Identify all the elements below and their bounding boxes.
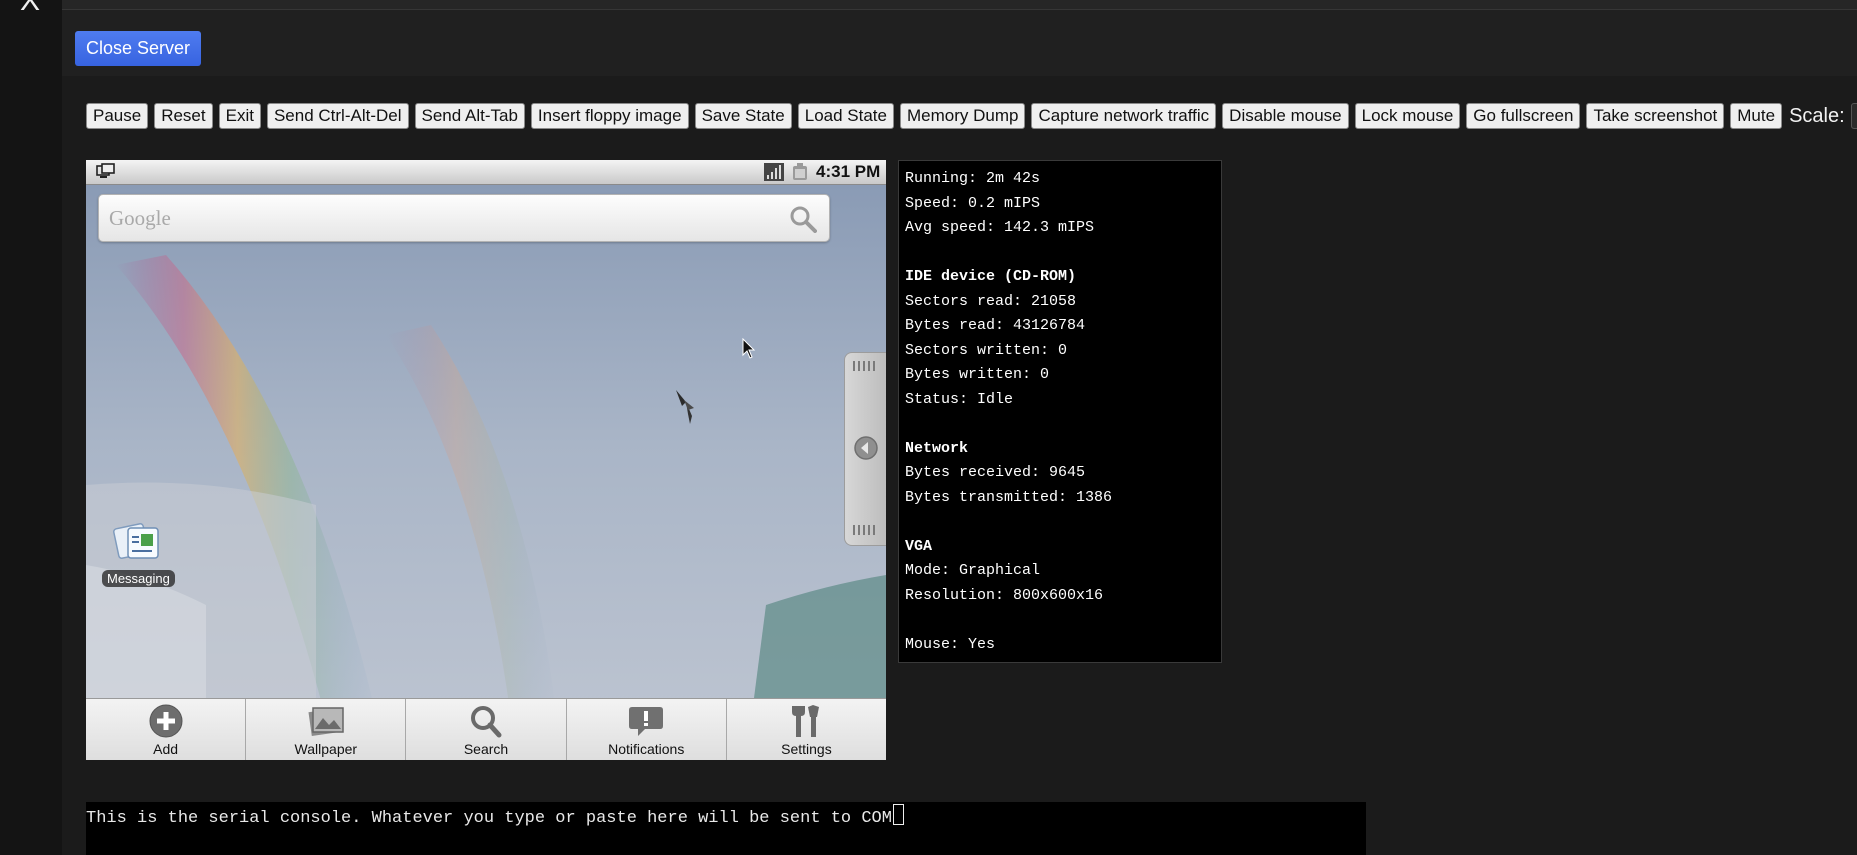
- bird-image: [676, 390, 694, 424]
- header-band: [62, 10, 1857, 76]
- home-dock: Add Wallpaper Search Notifications Setti…: [86, 698, 886, 760]
- dock-label-wallpaper: Wallpaper: [294, 741, 358, 757]
- settings-icon: [792, 705, 820, 737]
- stat-resolution: Resolution: 800x600x16: [905, 586, 1104, 604]
- scale-input[interactable]: [1850, 103, 1857, 129]
- statusbar-time: 4:31 PM: [816, 162, 881, 181]
- google-search-widget[interactable]: Google: [98, 194, 830, 242]
- stat-bytes-received: Bytes received: 9645: [905, 464, 1086, 481]
- ide-heading: IDE device (CD-ROM): [905, 268, 1077, 285]
- dock-label-notifications: Notifications: [608, 741, 685, 757]
- fullscreen-button[interactable]: Go fullscreen: [1466, 103, 1581, 129]
- reset-button[interactable]: Reset: [154, 103, 213, 129]
- add-icon: [149, 704, 183, 738]
- dock-item-add[interactable]: Add: [86, 699, 247, 760]
- search-icon: [471, 706, 502, 738]
- mute-button[interactable]: Mute: [1730, 103, 1783, 129]
- battery-icon: [793, 163, 807, 180]
- emulator-toolbar: Pause Reset Exit Send Ctrl-Alt-Del Send …: [86, 102, 1857, 130]
- stat-bytes-transmitted: Bytes transmitted: 1386: [905, 488, 1113, 506]
- stat-bytes-written: Bytes written: 0: [905, 366, 1050, 383]
- dock-item-notifications[interactable]: Notifications: [567, 699, 727, 760]
- close-icon[interactable]: X: [20, 0, 40, 16]
- stat-sectors-written: Sectors written: 0: [905, 341, 1068, 359]
- stat-mouse: Mouse: Yes: [905, 635, 996, 653]
- signal-icon: [764, 163, 784, 181]
- close-server-button[interactable]: Close Server: [75, 31, 201, 66]
- memory-dump-button[interactable]: Memory Dump: [899, 103, 1026, 129]
- scale-field-wrap: ▲▼: [1850, 103, 1857, 129]
- mouse-cursor-icon: [742, 338, 756, 359]
- serial-console-text: This is the serial console. Whatever you…: [86, 804, 904, 828]
- stat-mode: Mode: Graphical: [905, 562, 1041, 579]
- scale-label: Scale:: [1789, 104, 1845, 127]
- emulator-screen[interactable]: 4:31 PM Google Messaging Add Wallpaper S…: [86, 160, 886, 760]
- lock-mouse-button[interactable]: Lock mouse: [1354, 103, 1461, 129]
- dock-item-wallpaper[interactable]: Wallpaper: [246, 699, 407, 760]
- disable-mouse-button[interactable]: Disable mouse: [1222, 103, 1349, 129]
- serial-console[interactable]: This is the serial console. Whatever you…: [86, 802, 1366, 855]
- vga-heading: VGA: [905, 537, 933, 555]
- text-caret: [892, 804, 904, 825]
- stat-speed: Speed: 0.2 mIPS: [905, 194, 1041, 212]
- android-statusbar: 4:31 PM: [86, 160, 886, 185]
- dock-label-add: Add: [153, 741, 179, 757]
- arrow-left-icon: [854, 436, 878, 460]
- dock-item-search[interactable]: Search: [406, 699, 567, 760]
- dock-item-settings[interactable]: Settings: [727, 699, 886, 760]
- send-ctrl-alt-del-button[interactable]: Send Ctrl-Alt-Del: [266, 103, 409, 129]
- messaging-app-icon[interactable]: [112, 520, 162, 564]
- emulator-stats-panel: Running: 2m 42s Speed: 0.2 mIPS Avg spee…: [898, 160, 1222, 663]
- stat-avg-speed: Avg speed: 142.3 mIPS: [905, 219, 1095, 236]
- app-drawer-handle[interactable]: [844, 352, 886, 546]
- wallpaper-icon: [308, 707, 344, 736]
- usb-debug-icon: [96, 163, 115, 178]
- save-state-button[interactable]: Save State: [694, 103, 792, 129]
- top-bar: [62, 0, 1857, 10]
- serial-console-message: This is the serial console. Whatever you…: [86, 809, 892, 828]
- search-icon[interactable]: [789, 205, 817, 233]
- grip-top-icon: [853, 361, 877, 371]
- stat-sectors-read: Sectors read: 21058: [905, 292, 1077, 310]
- stat-bytes-read: Bytes read: 43126784: [905, 317, 1086, 334]
- network-heading: Network: [905, 439, 969, 457]
- load-state-button[interactable]: Load State: [797, 103, 894, 129]
- grip-bottom-icon: [853, 525, 877, 535]
- screenshot-button[interactable]: Take screenshot: [1586, 103, 1725, 129]
- search-placeholder: Google: [109, 206, 171, 230]
- wallpaper-image: [86, 185, 886, 760]
- messaging-app-label[interactable]: Messaging: [102, 570, 175, 587]
- dock-label-settings: Settings: [781, 741, 832, 757]
- pause-button[interactable]: Pause: [86, 103, 149, 129]
- dock-label-search: Search: [463, 741, 509, 757]
- notifications-icon: [629, 707, 664, 736]
- send-alt-tab-button[interactable]: Send Alt-Tab: [414, 103, 525, 129]
- exit-button[interactable]: Exit: [218, 103, 261, 129]
- left-strip: [0, 0, 62, 855]
- capture-network-button[interactable]: Capture network traffic: [1031, 103, 1217, 129]
- stat-running: Running: 2m 42s: [905, 170, 1041, 187]
- stat-status: Status: Idle: [905, 390, 1014, 408]
- insert-floppy-button[interactable]: Insert floppy image: [530, 103, 689, 129]
